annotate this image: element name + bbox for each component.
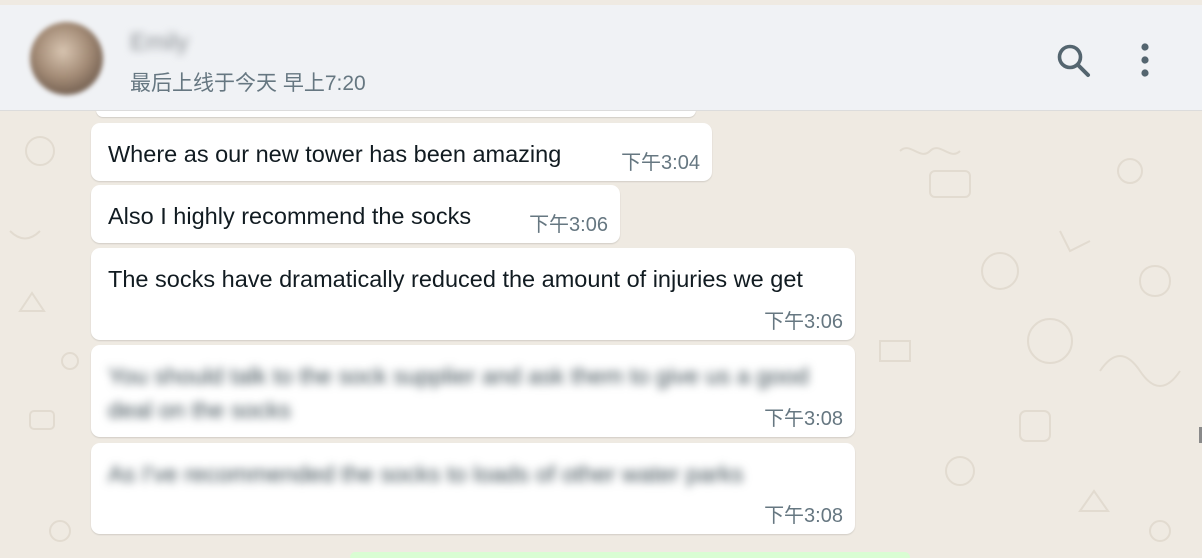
message-bubble[interactable]: Where as our new tower has been amazing …	[91, 123, 712, 181]
message-bubble[interactable]: Also I highly recommend the socks 下午3:06	[91, 185, 620, 243]
message-time: 下午3:06	[764, 311, 843, 333]
message-bubble[interactable]: You should talk to the sock supplier and…	[91, 345, 855, 437]
message-bubble[interactable]: The socks have dramatically reduced the …	[91, 248, 855, 340]
contact-avatar[interactable]	[30, 22, 103, 95]
message-time: 下午3:08	[764, 408, 843, 430]
outgoing-message-edge	[350, 552, 910, 558]
chat-area[interactable]: Where as our new tower has been amazing …	[0, 111, 1202, 558]
chat-header[interactable]: Emily 最后上线于今天 早上7:20	[0, 5, 1202, 111]
message-time: 下午3:06	[529, 214, 608, 236]
contact-name[interactable]: Emily	[130, 29, 189, 57]
more-vertical-icon	[1141, 43, 1149, 77]
message-text: The socks have dramatically reduced the …	[108, 266, 803, 292]
message-text: As I've recommended the socks to loads o…	[108, 461, 744, 487]
message-bubble[interactable]: As I've recommended the socks to loads o…	[91, 443, 855, 534]
message-text: Where as our new tower has been amazing	[108, 141, 562, 167]
message-text: You should talk to the sock supplier and…	[108, 363, 809, 423]
menu-button[interactable]	[1125, 41, 1165, 81]
message-time: 下午3:04	[621, 152, 700, 174]
last-seen-status: 最后上线于今天 早上7:20	[130, 72, 366, 95]
search-icon	[1057, 44, 1090, 77]
search-button[interactable]	[1054, 41, 1094, 81]
message-time: 下午3:08	[764, 505, 843, 527]
previous-message-edge	[96, 111, 696, 117]
